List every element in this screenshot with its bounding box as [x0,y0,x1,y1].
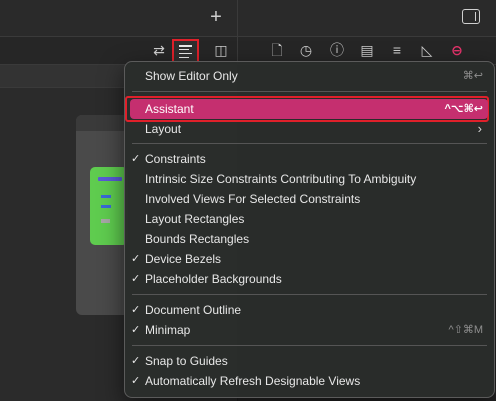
menu-item-document-outline[interactable]: ✓ Document Outline [130,300,488,320]
check-icon: ✓ [131,304,141,316]
check-icon: ✓ [131,375,141,387]
connections-icon[interactable]: ⊖ [448,41,466,59]
menu-item-label: Device Bezels [145,252,222,266]
menu-item-label: Automatically Refresh Designable Views [145,374,361,388]
editor-options-button[interactable] [172,39,199,63]
menu-item-label: Constraints [145,152,206,166]
size-icon[interactable]: ◺ [418,41,436,59]
attributes-icon[interactable]: ≡ [388,41,406,59]
editor-options-icon [179,45,192,61]
menu-item-label: Document Outline [145,303,242,317]
title-bar: + [0,0,496,37]
menu-item-label: Placeholder Backgrounds [145,272,282,286]
identity-icon[interactable]: ▤ [358,41,376,59]
menu-item-label: Layout [145,122,182,136]
ui-element [98,177,122,181]
menu-separator [132,143,487,144]
toolbar-divider [237,37,238,64]
ui-element [101,195,111,198]
menu-item-auto-refresh-designable-views[interactable]: ✓ Automatically Refresh Designable Views [130,371,488,391]
ui-element [101,205,111,208]
menu-item-show-editor-only[interactable]: Show Editor Only ⌘↩ [130,66,488,86]
menu-item-constraints[interactable]: ✓ Constraints [130,149,488,169]
menu-item-shortcut: ^⌥⌘↩ [444,103,483,115]
menu-item-label: Involved Views For Selected Constraints [145,192,361,206]
ui-element [101,219,110,223]
check-icon: ✓ [131,253,141,265]
menu-separator [132,345,487,346]
check-icon: ✓ [131,324,141,336]
pane-divider [237,0,238,36]
history-icon[interactable]: ◷ [297,41,315,59]
menu-separator [132,294,487,295]
menu-item-layout-rectangles[interactable]: Layout Rectangles [130,209,488,229]
menu-item-device-bezels[interactable]: ✓ Device Bezels [130,249,488,269]
check-icon: ✓ [131,273,141,285]
add-editor-right-icon[interactable]: ◫ [212,41,230,59]
menu-item-label: Bounds Rectangles [145,232,250,246]
menu-item-label: Intrinsic Size Constraints Contributing … [145,172,417,186]
menu-item-minimap[interactable]: ✓ Minimap ^⇧⌘M [130,320,488,340]
menu-item-snap-to-guides[interactable]: ✓ Snap to Guides [130,351,488,371]
menu-item-label: Layout Rectangles [145,212,245,226]
menu-item-involved-views[interactable]: Involved Views For Selected Constraints [130,189,488,209]
check-icon: ✓ [131,355,141,367]
sidebar-right-icon[interactable] [462,9,480,24]
menu-item-label: Show Editor Only [145,69,238,83]
menu-item-intrinsic-size-constraints[interactable]: Intrinsic Size Constraints Contributing … [130,169,488,189]
menu-separator [132,91,487,92]
check-icon: ✓ [131,153,141,165]
file-icon[interactable]: 🗋 [268,41,286,59]
editor-options-menu: Show Editor Only ⌘↩ Assistant ^⌥⌘↩ Layou… [124,61,495,398]
arrows-swap-icon[interactable]: ⇄ [150,41,168,59]
menu-item-placeholder-backgrounds[interactable]: ✓ Placeholder Backgrounds [130,269,488,289]
menu-item-shortcut: ⌘↩ [462,70,483,82]
menu-item-label: Minimap [145,323,191,337]
menu-item-assistant[interactable]: Assistant ^⌥⌘↩ [130,99,488,119]
menu-item-shortcut: ^⇧⌘M [448,324,483,336]
menu-item-label: Assistant [145,102,194,116]
chevron-right-icon: › [477,121,482,136]
device-screen[interactable] [90,167,128,245]
menu-item-layout[interactable]: Layout › [130,119,488,139]
menu-item-bounds-rectangles[interactable]: Bounds Rectangles [130,229,488,249]
menu-item-label: Snap to Guides [145,354,228,368]
plus-icon[interactable]: + [206,6,226,28]
help-icon[interactable]: ⓘ [328,41,346,59]
